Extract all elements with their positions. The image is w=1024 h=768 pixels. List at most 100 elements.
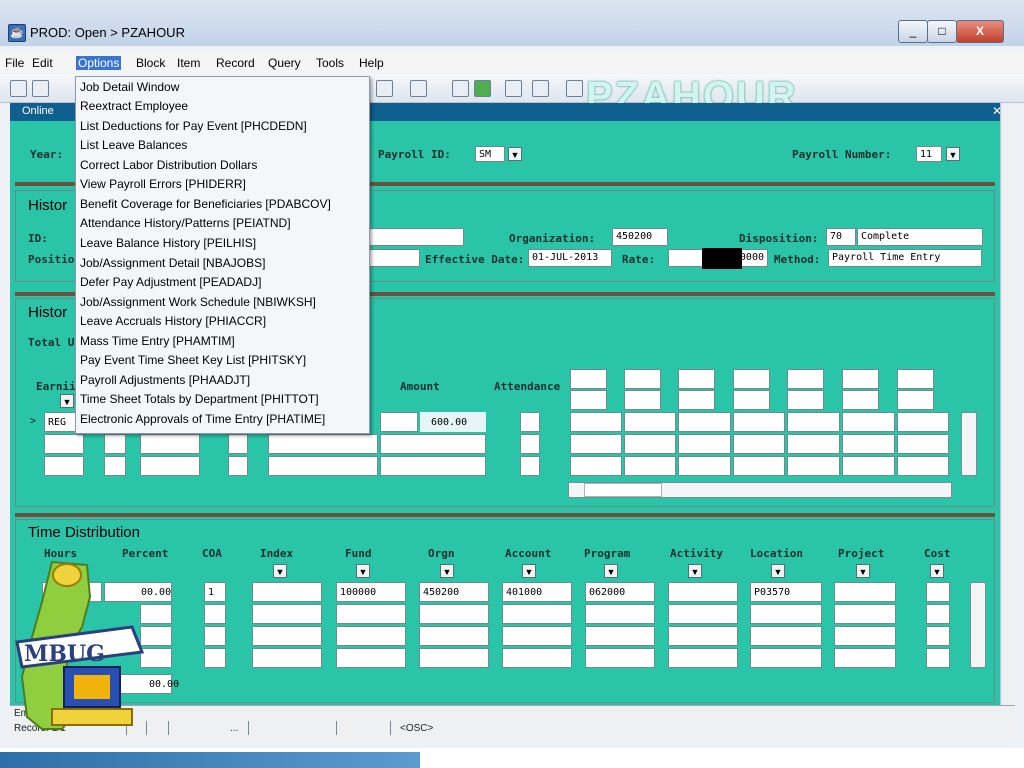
id-name-field[interactable]: [368, 228, 464, 246]
menu-file[interactable]: File: [5, 56, 24, 70]
insert-record-icon[interactable]: [474, 80, 491, 97]
index-field[interactable]: [252, 604, 322, 624]
orgn-field[interactable]: 450200: [419, 582, 489, 602]
payroll-id-dropdown-icon[interactable]: ▼: [508, 147, 522, 161]
payroll-number-dropdown-icon[interactable]: ▼: [946, 147, 960, 161]
grid-cell[interactable]: [733, 412, 785, 432]
position-field[interactable]: [368, 249, 420, 267]
earnings-cell[interactable]: [104, 456, 126, 476]
close-window-button[interactable]: X: [956, 20, 1004, 43]
index-field[interactable]: [252, 626, 322, 646]
menu-options[interactable]: Options: [76, 56, 122, 70]
fund-field[interactable]: [336, 604, 406, 624]
fund-field[interactable]: 100000: [336, 582, 406, 602]
activity-dropdown-icon[interactable]: ▼: [688, 564, 702, 578]
fund-field[interactable]: [336, 648, 406, 668]
menu-option-reextract-employee[interactable]: Reextract Employee: [80, 99, 188, 113]
tree-expand-icon[interactable]: [532, 80, 549, 97]
maximize-button[interactable]: □: [927, 20, 957, 43]
coa-field[interactable]: [204, 604, 226, 624]
orgn-dropdown-icon[interactable]: ▼: [440, 564, 454, 578]
search-icon[interactable]: [452, 80, 469, 97]
menu-help[interactable]: Help: [359, 56, 384, 70]
earnings-amount-field[interactable]: 600.00: [420, 412, 486, 432]
grid-cell[interactable]: [624, 434, 676, 454]
menu-option-list-leave-balances[interactable]: List Leave Balances: [80, 138, 187, 152]
save-icon[interactable]: [10, 80, 27, 97]
menu-option-job-assignment-work-schedule[interactable]: Job/Assignment Work Schedule [NBIWKSH]: [80, 295, 316, 309]
grid-cell[interactable]: [842, 412, 895, 432]
project-field[interactable]: [834, 626, 896, 646]
menu-query[interactable]: Query: [268, 56, 301, 70]
location-dropdown-icon[interactable]: ▼: [771, 564, 785, 578]
account-field[interactable]: [502, 648, 572, 668]
index-dropdown-icon[interactable]: ▼: [273, 564, 287, 578]
menu-option-electronic-approvals[interactable]: Electronic Approvals of Time Entry [PHAT…: [80, 412, 325, 426]
coa-field[interactable]: [204, 648, 226, 668]
organization-field[interactable]: 450200: [612, 228, 668, 246]
grid-cell[interactable]: [787, 412, 840, 432]
earnings-code-field[interactable]: [44, 434, 84, 454]
attendance-field[interactable]: [520, 434, 540, 454]
activity-field[interactable]: [668, 582, 738, 602]
print-icon[interactable]: [410, 80, 427, 97]
attendance-field[interactable]: [520, 456, 540, 476]
earnings-cell[interactable]: [268, 434, 378, 454]
earnings-cell[interactable]: [380, 412, 418, 432]
grid-cell[interactable]: [787, 456, 840, 476]
cost-dropdown-icon[interactable]: ▼: [930, 564, 944, 578]
menu-option-mass-time-entry[interactable]: Mass Time Entry [PHAMTIM]: [80, 334, 235, 348]
cost-field[interactable]: [926, 648, 950, 668]
orgn-field[interactable]: [419, 648, 489, 668]
account-field[interactable]: [502, 604, 572, 624]
menu-option-leave-balance-history[interactable]: Leave Balance History [PEILHIS]: [80, 236, 256, 250]
fund-field[interactable]: [336, 626, 406, 646]
earnings-amount-field[interactable]: [380, 434, 486, 454]
tree-icon[interactable]: [505, 80, 522, 97]
grid-cell[interactable]: [897, 412, 949, 432]
orgn-field[interactable]: [419, 604, 489, 624]
menu-option-payroll-adjustments[interactable]: Payroll Adjustments [PHAADJT]: [80, 373, 250, 387]
project-dropdown-icon[interactable]: ▼: [856, 564, 870, 578]
cost-field[interactable]: [926, 604, 950, 624]
menu-block[interactable]: Block: [136, 56, 165, 70]
program-field[interactable]: [585, 648, 655, 668]
menu-tools[interactable]: Tools: [316, 56, 344, 70]
payroll-number-field[interactable]: 11: [916, 146, 942, 162]
program-field[interactable]: 062000: [585, 582, 655, 602]
grid-cell[interactable]: [678, 412, 731, 432]
earnings-cell[interactable]: [228, 456, 248, 476]
location-field[interactable]: [750, 626, 822, 646]
program-field[interactable]: [585, 604, 655, 624]
coa-field[interactable]: 1: [204, 582, 226, 602]
earnings-cell[interactable]: [140, 434, 200, 454]
menu-option-time-sheet-totals[interactable]: Time Sheet Totals by Department [PHITTOT…: [80, 392, 319, 406]
menu-option-benefit-coverage[interactable]: Benefit Coverage for Beneficiaries [PDAB…: [80, 197, 331, 211]
minimize-button[interactable]: _: [898, 20, 928, 43]
project-field[interactable]: [834, 604, 896, 624]
menu-option-leave-accruals-history[interactable]: Leave Accruals History [PHIACCR]: [80, 314, 266, 328]
menu-edit[interactable]: Edit: [32, 56, 53, 70]
earnings-cell[interactable]: [140, 456, 200, 476]
grid-cell[interactable]: [570, 456, 622, 476]
project-field[interactable]: [834, 582, 896, 602]
index-field[interactable]: [252, 648, 322, 668]
index-field[interactable]: [252, 582, 322, 602]
earnings-amount-field[interactable]: [380, 456, 486, 476]
previous-block-icon[interactable]: [566, 80, 583, 97]
grid-cell[interactable]: [897, 456, 949, 476]
menu-record[interactable]: Record: [216, 56, 255, 70]
menu-option-defer-pay-adjustment[interactable]: Defer Pay Adjustment [PEADADJ]: [80, 275, 261, 289]
earnings-vertical-scrollbar[interactable]: [961, 412, 977, 476]
account-dropdown-icon[interactable]: ▼: [522, 564, 536, 578]
activity-field[interactable]: [668, 604, 738, 624]
grid-cell[interactable]: [733, 434, 785, 454]
effective-date-field[interactable]: 01-JUL-2013: [528, 249, 612, 267]
activity-field[interactable]: [668, 626, 738, 646]
earnings-cell[interactable]: [104, 434, 126, 454]
menu-option-list-deductions[interactable]: List Deductions for Pay Event [PHCDEDN]: [80, 119, 307, 133]
form-vertical-scrollbar[interactable]: [1000, 103, 1016, 705]
grid-cell[interactable]: [733, 456, 785, 476]
copy-icon[interactable]: [376, 80, 393, 97]
grid-cell[interactable]: [842, 456, 895, 476]
